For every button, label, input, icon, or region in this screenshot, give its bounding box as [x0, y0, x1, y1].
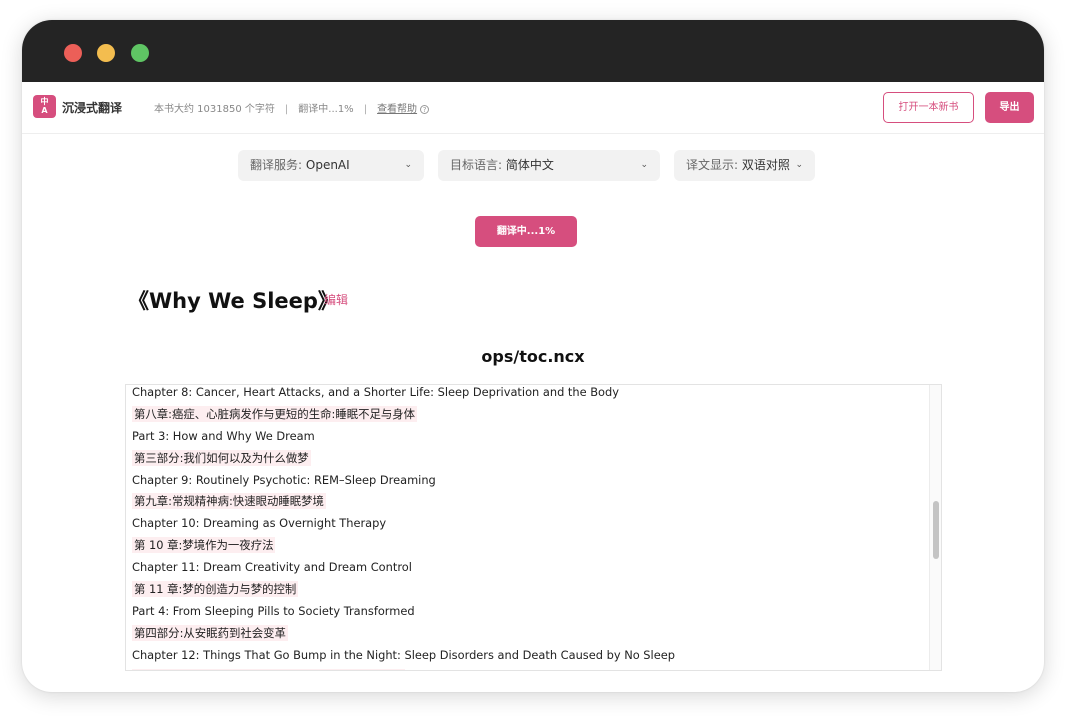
content-lines: Chapter 8: Cancer, Heart Attacks, and a …: [132, 385, 922, 670]
edit-title-link[interactable]: 编辑: [324, 291, 348, 308]
translated-line: 第四部分:从安眠药到社会变革: [132, 623, 922, 645]
target-language-select[interactable]: 目标语言: 简体中文 ⌄: [438, 150, 660, 181]
app-window: 中 A 沉浸式翻译 本书大约 1031850 个字符 | 翻译中...1% | 查看帮助…: [22, 20, 1044, 692]
scrollbar-thumb[interactable]: [933, 501, 939, 559]
translated-line: 第 12 章:夜间的怪事:睡眠障碍与缺乏睡眠导致的死亡: [132, 667, 922, 670]
help-icon[interactable]: ?: [420, 105, 430, 114]
translated-text: 第 11 章:梦的创造力与梦的控制: [132, 581, 299, 598]
target-language-value: 简体中文: [505, 158, 554, 172]
translated-text: 第三部分:我们如何以及为什么做梦: [132, 449, 311, 466]
source-text: Part 3: How and Why We Dream: [132, 428, 315, 443]
window-titlebar: [22, 20, 1044, 82]
display-mode-value: 双语对照: [741, 158, 790, 172]
translation-service-select[interactable]: 翻译服务: OpenAI ⌄: [238, 150, 424, 181]
translation-status: 翻译中...1%: [298, 104, 354, 115]
source-text: Chapter 11: Dream Creativity and Dream C…: [132, 560, 412, 575]
logo-text-top: 中: [40, 97, 49, 106]
source-text: Chapter 12: Things That Go Bump in the N…: [132, 647, 675, 662]
translated-text: 第 10 章:梦境作为一夜疗法: [132, 537, 276, 554]
display-mode-label: 译文显示:: [686, 158, 739, 172]
source-line: Chapter 9: Routinely Psychotic: REM–Slee…: [132, 470, 922, 492]
display-mode-select[interactable]: 译文显示: 双语对照 ⌄: [674, 150, 815, 181]
scrollbar[interactable]: [929, 385, 941, 670]
chevron-down-icon: ⌄: [795, 160, 803, 170]
translated-text: 第 12 章:夜间的怪事:睡眠障碍与缺乏睡眠导致的死亡: [132, 668, 405, 670]
app-header: 中 A 沉浸式翻译 本书大约 1031850 个字符 | 翻译中...1% | 查看帮助…: [22, 82, 1044, 134]
translated-text: 第九章:常规精神病:快速眼动睡眠梦境: [132, 493, 326, 510]
chevron-down-icon: ⌄: [640, 160, 648, 170]
source-line: Chapter 8: Cancer, Heart Attacks, and a …: [132, 385, 922, 404]
file-name-heading: ops/toc.ncx: [481, 347, 585, 366]
export-button[interactable]: 导出: [985, 92, 1034, 123]
chevron-down-icon: ⌄: [404, 160, 412, 170]
target-language-label: 目标语言:: [450, 158, 503, 172]
brand-name: 沉浸式翻译: [62, 101, 123, 115]
translated-line: 第三部分:我们如何以及为什么做梦: [132, 448, 922, 470]
minimize-window-button[interactable]: [97, 44, 115, 62]
translated-text: 第八章:癌症、心脏病发作与更短的生命:睡眠不足与身体: [132, 405, 418, 422]
translated-line: 第八章:癌症、心脏病发作与更短的生命:睡眠不足与身体: [132, 404, 922, 426]
logo-icon: 中 A: [33, 95, 56, 118]
book-title: 《Why We Sleep》: [128, 289, 339, 313]
separator: |: [284, 104, 289, 115]
service-label: 翻译服务:: [250, 158, 303, 172]
separator: |: [363, 104, 368, 115]
source-text: Part 4: From Sleeping Pills to Society T…: [132, 603, 415, 618]
char-count: 本书大约 1031850 个字符: [154, 104, 275, 115]
translated-text: 第四部分:从安眠药到社会变革: [132, 624, 288, 641]
open-new-book-button[interactable]: 打开一本新书: [883, 92, 974, 123]
source-line: Part 3: How and Why We Dream: [132, 426, 922, 448]
help-link[interactable]: 查看帮助: [377, 104, 417, 115]
source-text: Chapter 8: Cancer, Heart Attacks, and a …: [132, 385, 619, 399]
source-line: Chapter 12: Things That Go Bump in the N…: [132, 645, 922, 667]
translate-progress-button[interactable]: 翻译中...1%: [475, 216, 577, 247]
translated-line: 第九章:常规精神病:快速眼动睡眠梦境: [132, 491, 922, 513]
source-line: Chapter 11: Dream Creativity and Dream C…: [132, 557, 922, 579]
source-line: Chapter 10: Dreaming as Overnight Therap…: [132, 513, 922, 535]
maximize-window-button[interactable]: [131, 44, 149, 62]
service-value: OpenAI: [305, 158, 350, 172]
source-text: Chapter 10: Dreaming as Overnight Therap…: [132, 516, 387, 531]
source-text: Chapter 9: Routinely Psychotic: REM–Slee…: [132, 472, 436, 487]
translated-line: 第 10 章:梦境作为一夜疗法: [132, 535, 922, 557]
book-stats: 本书大约 1031850 个字符 | 翻译中...1% | 查看帮助?: [154, 100, 430, 115]
translated-line: 第 11 章:梦的创造力与梦的控制: [132, 579, 922, 601]
logo-text-bottom: A: [41, 106, 48, 115]
close-window-button[interactable]: [64, 44, 82, 62]
source-line: Part 4: From Sleeping Pills to Society T…: [132, 601, 922, 623]
bilingual-content-panel[interactable]: Chapter 8: Cancer, Heart Attacks, and a …: [125, 384, 942, 671]
